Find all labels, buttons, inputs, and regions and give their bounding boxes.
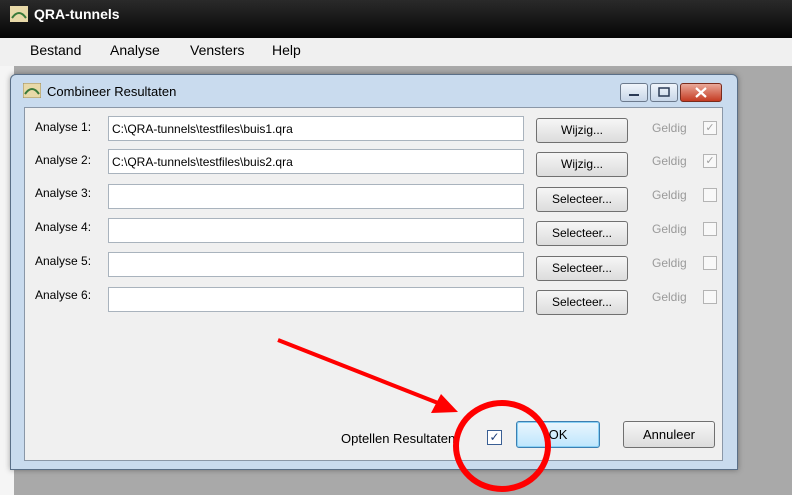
menu-help[interactable]: Help (272, 42, 301, 58)
analyse-5-field[interactable] (108, 252, 524, 277)
dialog-body: Analyse 1: C:\QRA-tunnels\testfiles\buis… (24, 107, 723, 423)
analyse-2-field[interactable]: C:\QRA-tunnels\testfiles\buis2.qra (108, 149, 524, 174)
app-titlebar: QRA-tunnels (0, 0, 792, 38)
analyse-5-geldig-label: Geldig (652, 256, 687, 270)
maximize-button[interactable] (650, 83, 678, 102)
ok-button[interactable]: OK (516, 421, 600, 448)
analyse-2-wijzig-button[interactable]: Wijzig... (536, 152, 628, 177)
menu-bestand[interactable]: Bestand (30, 42, 81, 58)
menubar: Bestand Analyse Vensters Help (0, 38, 792, 67)
analyse-6-geldig-checkbox (703, 290, 717, 304)
analyse-5-geldig-checkbox (703, 256, 717, 270)
analyse-3-selecteer-button[interactable]: Selecteer... (536, 187, 628, 212)
menu-analyse[interactable]: Analyse (110, 42, 160, 58)
minimize-button[interactable] (620, 83, 648, 102)
analyse-1-field[interactable]: C:\QRA-tunnels\testfiles\buis1.qra (108, 116, 524, 141)
minimize-icon (629, 94, 639, 96)
analyse-1-geldig-checkbox: ✓ (703, 121, 717, 135)
analyse-4-geldig-checkbox (703, 222, 717, 236)
analyse-1-wijzig-button[interactable]: Wijzig... (536, 118, 628, 143)
close-icon (695, 87, 707, 98)
analyse-5-selecteer-button[interactable]: Selecteer... (536, 256, 628, 281)
app-icon (10, 6, 28, 22)
analyse-4-field[interactable] (108, 218, 524, 243)
analyse-6-field[interactable] (108, 287, 524, 312)
menu-vensters[interactable]: Vensters (190, 42, 244, 58)
optellen-resultaten-checkbox[interactable]: ✓ (487, 430, 502, 445)
analyse-4-label: Analyse 4: (35, 220, 92, 234)
app-title: QRA-tunnels (34, 6, 120, 22)
analyse-6-selecteer-button[interactable]: Selecteer... (536, 290, 628, 315)
dialog-title: Combineer Resultaten (47, 84, 177, 99)
analyse-3-field[interactable] (108, 184, 524, 209)
close-button[interactable] (680, 83, 722, 102)
analyse-5-label: Analyse 5: (35, 254, 92, 268)
analyse-2-geldig-checkbox: ✓ (703, 154, 717, 168)
analyse-2-geldig-label: Geldig (652, 154, 687, 168)
maximize-icon (658, 87, 670, 97)
analyse-1-geldig-label: Geldig (652, 121, 687, 135)
analyse-4-selecteer-button[interactable]: Selecteer... (536, 221, 628, 246)
analyse-1-label: Analyse 1: (35, 120, 92, 134)
optellen-resultaten-label: Optellen Resultaten (341, 431, 456, 446)
analyse-3-geldig-label: Geldig (652, 188, 687, 202)
analyse-3-label: Analyse 3: (35, 186, 92, 200)
cancel-button[interactable]: Annuleer (623, 421, 715, 448)
analyse-6-geldig-label: Geldig (652, 290, 687, 304)
dialog-icon (23, 83, 41, 98)
analyse-4-geldig-label: Geldig (652, 222, 687, 236)
analyse-2-label: Analyse 2: (35, 153, 92, 167)
analyse-3-geldig-checkbox (703, 188, 717, 202)
combineer-dialog: Combineer Resultaten Analyse 1: C:\QRA-t… (10, 74, 738, 470)
analyse-6-label: Analyse 6: (35, 288, 92, 302)
